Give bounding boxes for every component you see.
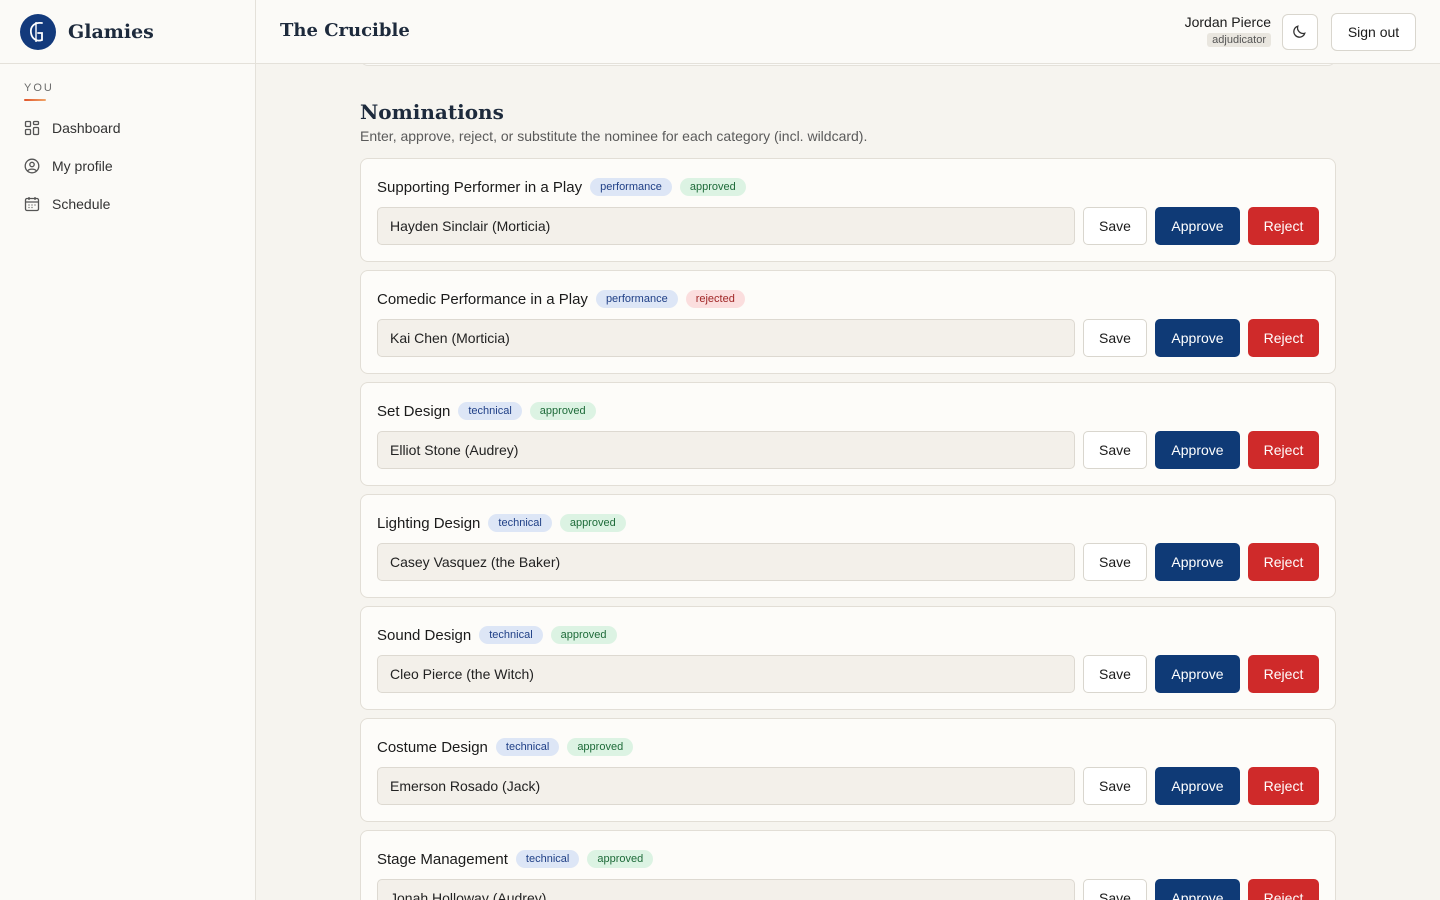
save-button[interactable]: Save xyxy=(1083,879,1147,900)
reject-button[interactable]: Reject xyxy=(1248,655,1319,693)
reject-button[interactable]: Reject xyxy=(1248,207,1319,245)
user-circle-icon xyxy=(24,158,40,174)
category-name: Set Design xyxy=(377,402,451,420)
glamies-logo-icon xyxy=(20,13,56,50)
topbar: The Crucible Jordan Pierce adjudicator S… xyxy=(256,0,1440,64)
sidebar-item-label: Schedule xyxy=(52,196,111,212)
status-badge: approved xyxy=(679,178,746,196)
approve-button[interactable]: Approve xyxy=(1155,207,1240,245)
status-badge: rejected xyxy=(685,290,745,308)
nominee-input[interactable] xyxy=(377,431,1075,469)
category-name: Sound Design xyxy=(377,626,472,644)
card-header: Comedic Performance in a Play performance… xyxy=(377,290,745,308)
status-badge: approved xyxy=(559,514,626,532)
approve-button[interactable]: Approve xyxy=(1155,431,1240,469)
sidebar-item-dashboard[interactable]: Dashboard xyxy=(0,109,255,147)
nomination-card: Set Design technical approved SaveApproveRe… xyxy=(360,382,1336,486)
card-header: Stage Management technical approved xyxy=(377,850,654,868)
page-title: The Crucible xyxy=(280,20,410,41)
sidebar-item-schedule[interactable]: Schedule xyxy=(0,185,255,223)
nominations-list: Supporting Performer in a Play performanc… xyxy=(360,158,1336,900)
save-button[interactable]: Save xyxy=(1083,319,1147,357)
nomination-card: Lighting Design technical approved SaveAppr… xyxy=(360,494,1336,598)
status-badge: approved xyxy=(550,626,617,644)
nomination-card: Comedic Performance in a Play performance… xyxy=(360,270,1336,374)
status-badge: approved xyxy=(587,850,654,868)
category-type-badge: performance xyxy=(595,290,678,308)
sidebar-item-my-profile[interactable]: My profile xyxy=(0,147,255,185)
category-type-badge: technical xyxy=(515,850,580,868)
moon-icon xyxy=(1292,23,1308,42)
reject-button[interactable]: Reject xyxy=(1248,543,1319,581)
category-name: Stage Management xyxy=(377,850,508,868)
brand-name: Glamies xyxy=(68,20,154,43)
nominee-input[interactable] xyxy=(377,543,1075,581)
reject-button[interactable]: Reject xyxy=(1248,319,1319,357)
category-type-badge: technical xyxy=(495,738,560,756)
approve-button[interactable]: Approve xyxy=(1155,655,1240,693)
status-badge: approved xyxy=(529,402,596,420)
user-name: Jordan Pierce xyxy=(1184,14,1271,30)
reject-button[interactable]: Reject xyxy=(1248,767,1319,805)
save-button[interactable]: Save xyxy=(1083,431,1147,469)
save-button[interactable]: Save xyxy=(1083,767,1147,805)
brand[interactable]: Glamies xyxy=(0,0,255,64)
approve-button[interactable]: Approve xyxy=(1155,879,1240,900)
card-header: Set Design technical approved xyxy=(377,402,596,420)
category-name: Comedic Performance in a Play xyxy=(377,290,588,308)
save-button[interactable]: Save xyxy=(1083,207,1147,245)
sidebar-nav: Dashboard My profile Schedule xyxy=(0,109,255,223)
category-type-badge: technical xyxy=(488,514,552,532)
sign-out-button[interactable]: Sign out xyxy=(1331,13,1416,51)
category-type-badge: performance xyxy=(590,178,672,196)
user-info: Jordan Pierce adjudicator xyxy=(1185,14,1271,48)
nominee-input[interactable] xyxy=(377,879,1075,900)
nominee-input[interactable] xyxy=(377,655,1075,693)
theme-toggle-button[interactable] xyxy=(1282,14,1318,50)
sidebar-item-label: Dashboard xyxy=(52,120,121,136)
approve-button[interactable]: Approve xyxy=(1155,543,1240,581)
calendar-icon xyxy=(24,196,40,212)
save-button[interactable]: Save xyxy=(1083,543,1147,581)
save-button[interactable]: Save xyxy=(1083,655,1147,693)
nominee-input[interactable] xyxy=(377,207,1075,245)
reject-button[interactable]: Reject xyxy=(1248,431,1319,469)
category-name: Lighting Design xyxy=(377,514,481,532)
nomination-card: Costume Design technical approved SaveAppro… xyxy=(360,718,1336,822)
approve-button[interactable]: Approve xyxy=(1155,767,1240,805)
sidebar-item-label: My profile xyxy=(52,158,113,174)
card-header: Lighting Design technical approved xyxy=(377,514,626,532)
approve-button[interactable]: Approve xyxy=(1155,319,1240,357)
reject-button[interactable]: Reject xyxy=(1248,879,1319,900)
nomination-card: Supporting Performer in a Play performanc… xyxy=(360,158,1336,262)
nominee-input[interactable] xyxy=(377,319,1075,357)
card-header: Costume Design technical approved xyxy=(377,738,634,756)
nominations-subtitle: Enter, approve, reject, or substitute th… xyxy=(360,128,868,144)
nominations-title: Nominations xyxy=(360,100,504,124)
nomination-card: Stage Management technical approved Save App… xyxy=(360,830,1336,900)
grid-icon xyxy=(24,120,40,136)
status-badge: approved xyxy=(567,738,634,756)
sidebar-section-label: YOU xyxy=(24,82,54,94)
nominee-input[interactable] xyxy=(377,767,1075,805)
card-header: Supporting Performer in a Play performanc… xyxy=(377,178,746,196)
category-name: Costume Design xyxy=(377,738,488,756)
role-badge: adjudicator xyxy=(1207,33,1271,47)
section-underline xyxy=(24,99,46,101)
category-type-badge: technical xyxy=(479,626,543,644)
nomination-card: Sound Design technical approved SaveApprove… xyxy=(360,606,1336,710)
card-header: Sound Design technical approved xyxy=(377,626,617,644)
category-type-badge: technical xyxy=(458,402,522,420)
category-name: Supporting Performer in a Play xyxy=(377,178,583,196)
sidebar: Glamies YOU Dashboard My profile Schedul… xyxy=(0,0,256,900)
